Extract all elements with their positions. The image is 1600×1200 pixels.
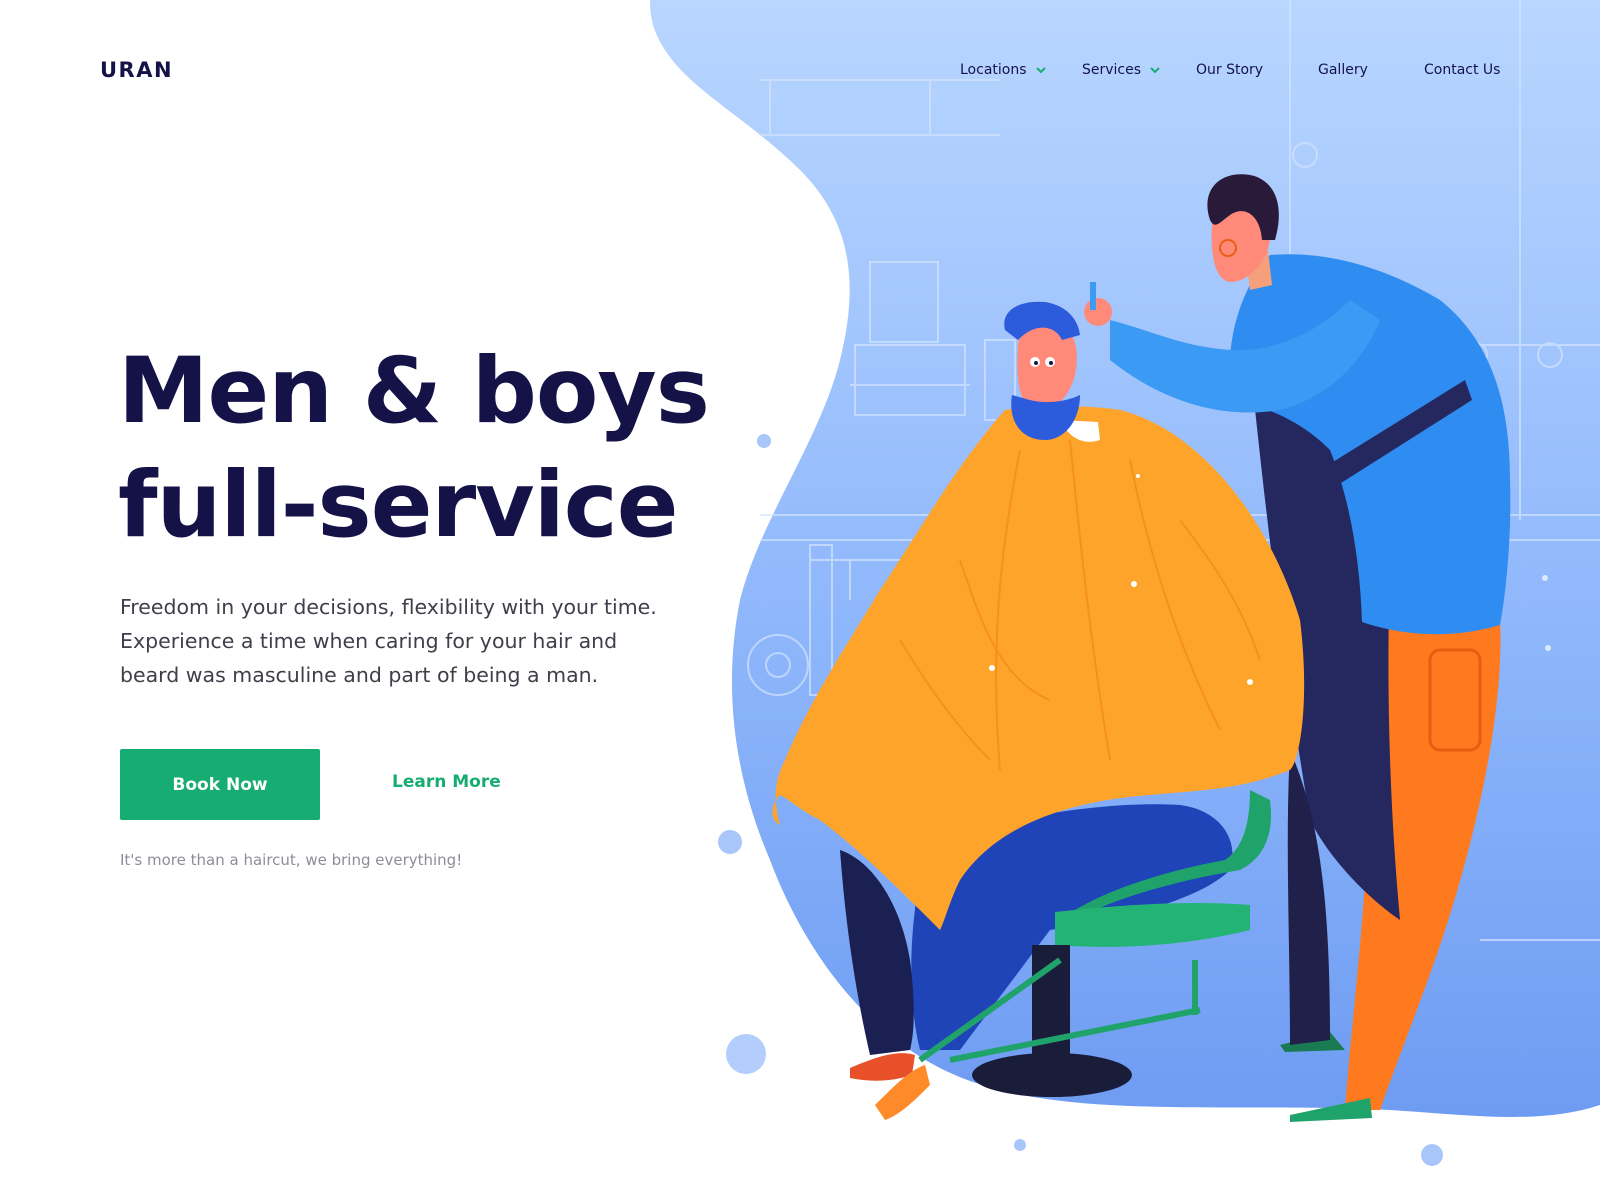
book-now-button[interactable]: Book Now — [120, 749, 320, 820]
learn-more-link[interactable]: Learn More — [392, 772, 501, 792]
nav-item-label: Services — [1082, 62, 1142, 78]
hero-title-line: full-service — [118, 453, 678, 558]
chevron-down-icon — [1035, 67, 1046, 74]
main-nav: Locations Services Our Story Gallery Con… — [0, 62, 1600, 86]
decor-dot — [1545, 645, 1551, 651]
hero-description-line: beard was masculine and part of being a … — [120, 663, 599, 687]
nav-item-label: Our Story — [1196, 62, 1264, 78]
nav-item-our-story[interactable]: Our Story — [1196, 62, 1263, 78]
hero-description-line: Freedom in your decisions, flexibility w… — [120, 595, 657, 619]
hero-title-line: Men & boys — [118, 339, 710, 444]
decor-dot — [726, 1034, 766, 1074]
nav-item-label: Contact Us — [1424, 62, 1501, 78]
hero-description-line: Experience a time when caring for your h… — [120, 629, 618, 653]
nav-item-locations[interactable]: Locations — [960, 62, 1048, 78]
hero-title: Men & boys full-service — [118, 335, 710, 563]
decor-dot — [718, 830, 742, 854]
decor-dot — [757, 434, 771, 448]
nav-item-contact-us[interactable]: Contact Us — [1424, 62, 1500, 78]
chevron-down-icon — [1150, 67, 1160, 74]
hero-tagline: It's more than a haircut, we bring every… — [120, 851, 463, 869]
decor-dot — [1014, 1139, 1026, 1151]
hero-description: Freedom in your decisions, flexibility w… — [120, 590, 680, 692]
decor-dot — [1421, 1144, 1443, 1166]
nav-item-gallery[interactable]: Gallery — [1318, 62, 1368, 78]
nav-item-label: Gallery — [1318, 62, 1368, 78]
nav-item-label: Locations — [960, 62, 1027, 78]
nav-item-services[interactable]: Services — [1082, 62, 1162, 78]
decor-dot — [1542, 575, 1548, 581]
